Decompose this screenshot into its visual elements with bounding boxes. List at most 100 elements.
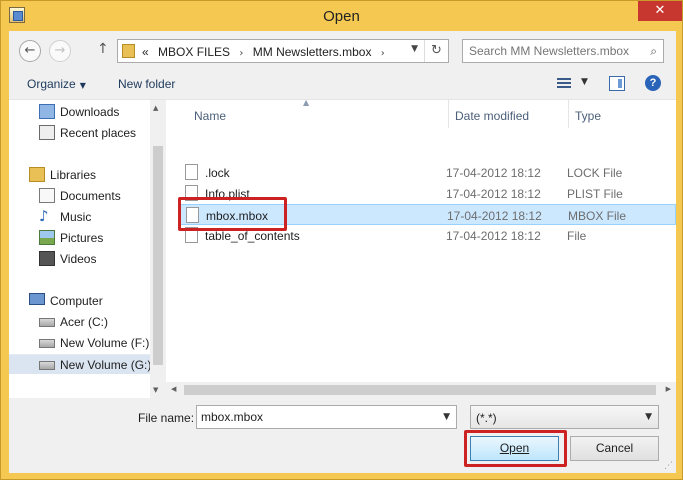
sidebar-item-new-volume-g[interactable]: New Volume (G:) [9, 354, 152, 374]
breadcrumb: « MBOX FILES › MM Newsletters.mbox › [142, 45, 391, 59]
file-row[interactable]: .lock 17-04-2012 18:12 LOCK File [180, 162, 676, 183]
drive-icon [39, 318, 55, 327]
file-icon [185, 164, 198, 180]
address-bar[interactable]: « MBOX FILES › MM Newsletters.mbox › ▼ ↻ [117, 39, 449, 63]
breadcrumb-mm-newsletters[interactable]: MM Newsletters.mbox [253, 45, 372, 59]
sidebar-item-label: Music [60, 210, 92, 224]
folder-icon [122, 44, 135, 58]
up-button[interactable]: ↑ [97, 41, 109, 57]
downloads-icon [39, 104, 55, 119]
file-name-input[interactable] [197, 406, 433, 428]
drive-icon [39, 339, 55, 348]
organize-label: Organize [27, 77, 76, 91]
scroll-right-icon[interactable]: ▶ [666, 385, 671, 393]
column-header-type[interactable]: Type [568, 100, 676, 128]
sidebar-item-pictures[interactable]: Pictures [9, 228, 150, 248]
documents-icon [39, 188, 55, 203]
file-name-combobox[interactable]: ▼ [196, 405, 457, 429]
toolbar: Organize ▼ New folder ▼ ? [9, 71, 676, 99]
recent-places-icon [39, 125, 55, 140]
file-type: PLIST File [567, 187, 623, 201]
sidebar-item-label: Downloads [60, 105, 120, 119]
scroll-down-icon[interactable]: ▼ [153, 386, 158, 394]
music-icon: ♪ [39, 207, 49, 225]
navigation-pane: Downloads Recent places Libraries Docume… [9, 100, 166, 398]
sidebar-item-label: Recent places [60, 126, 137, 140]
dialog-body: ← → ↑ « MBOX FILES › MM Newsletters.mbox… [9, 31, 676, 473]
sort-ascending-icon: ▲ [303, 98, 310, 107]
file-list: ▲ Name Date modified Type .lock 17-04-20… [166, 98, 676, 398]
file-date: 17-04-2012 18:12 [446, 166, 541, 180]
file-date: 17-04-2012 18:12 [446, 229, 541, 243]
column-header-date-modified[interactable]: Date modified [448, 100, 568, 128]
sidebar-item-recent-places[interactable]: Recent places [9, 123, 150, 143]
sidebar-item-label: New Volume (G:) [60, 358, 152, 372]
column-header-label: Type [575, 109, 602, 123]
chevron-down-icon[interactable]: ▼ [443, 412, 450, 422]
highlight-box [178, 197, 287, 231]
drive-icon [39, 361, 55, 370]
breadcrumb-mbox-files[interactable]: MBOX FILES [158, 45, 230, 59]
cancel-button[interactable]: Cancel [570, 436, 659, 461]
help-icon[interactable]: ? [645, 75, 661, 91]
sidebar-item-label: Documents [60, 189, 121, 203]
file-type-filter[interactable]: (*.*) ▼ [470, 405, 659, 429]
file-type: MBOX File [568, 209, 627, 223]
sidebar-item-label: Acer (C:) [60, 315, 108, 329]
address-dropdown-icon[interactable]: ▼ [411, 44, 418, 54]
sidebar-item-computer[interactable]: Computer [9, 291, 150, 311]
change-view-icon[interactable] [557, 78, 571, 90]
resize-grip-icon[interactable]: ⋰ [664, 461, 673, 471]
scroll-left-icon[interactable]: ◀ [171, 385, 176, 393]
breadcrumb-overflow[interactable]: « [142, 45, 149, 59]
search-box[interactable]: ⌕ [462, 39, 664, 63]
column-header-name[interactable]: ▲ Name [166, 98, 448, 128]
breadcrumb-separator-icon[interactable]: › [381, 48, 385, 59]
horizontal-scrollbar[interactable]: ◀ ▶ [166, 382, 676, 398]
breadcrumb-separator-icon[interactable]: › [239, 48, 243, 59]
organize-button[interactable]: Organize ▼ [27, 77, 86, 91]
open-dialog: Open ✕ ← → ↑ « MBOX FILES › MM Newslette… [0, 0, 683, 480]
sidebar-item-new-volume-f[interactable]: New Volume (F:) [9, 333, 150, 353]
scrollbar-thumb[interactable] [184, 385, 656, 395]
sidebar-item-label: Libraries [50, 168, 97, 182]
sidebar-item-music[interactable]: ♪ Music [9, 207, 150, 227]
file-type: LOCK File [567, 166, 623, 180]
pictures-icon [39, 230, 55, 245]
sidebar-scrollbar[interactable]: ▲ ▼ [150, 100, 166, 398]
sidebar-item-label: New Volume (F:) [60, 336, 150, 350]
scroll-up-icon[interactable]: ▲ [153, 104, 158, 112]
sidebar-item-label: Pictures [60, 231, 104, 245]
new-folder-button[interactable]: New folder [118, 77, 175, 91]
sidebar-item-acer-c[interactable]: Acer (C:) [9, 312, 150, 332]
file-date: 17-04-2012 18:12 [446, 187, 541, 201]
search-input[interactable] [463, 40, 641, 62]
videos-icon [39, 251, 55, 266]
file-name-label: File name: [138, 411, 195, 425]
highlight-box [464, 430, 567, 467]
main-area: Downloads Recent places Libraries Docume… [9, 98, 676, 398]
forward-button[interactable]: → [49, 40, 71, 62]
file-name: table_of_contents [205, 229, 300, 243]
back-button[interactable]: ← [19, 40, 41, 62]
window-title: Open [323, 8, 360, 25]
search-icon[interactable]: ⌕ [650, 44, 657, 59]
view-dropdown-icon[interactable]: ▼ [581, 77, 588, 87]
sidebar-item-label: Computer [50, 294, 103, 308]
scrollbar-thumb[interactable] [153, 146, 163, 365]
sidebar-item-documents[interactable]: Documents [9, 186, 150, 206]
sidebar-item-videos[interactable]: Videos [9, 249, 150, 269]
file-name: .lock [205, 166, 230, 180]
chevron-down-icon: ▼ [79, 81, 86, 90]
refresh-icon[interactable]: ↻ [424, 40, 448, 62]
libraries-icon [29, 167, 45, 182]
sidebar-item-label: Videos [60, 252, 97, 266]
close-button[interactable]: ✕ [638, 1, 682, 21]
column-header-label: Date modified [455, 109, 530, 123]
file-type: File [567, 229, 587, 243]
preview-pane-icon[interactable] [609, 76, 625, 91]
column-header-label: Name [194, 109, 227, 123]
sidebar-item-downloads[interactable]: Downloads [9, 102, 150, 122]
sidebar-item-libraries[interactable]: Libraries [9, 165, 150, 185]
title-bar: Open ✕ [1, 1, 682, 31]
